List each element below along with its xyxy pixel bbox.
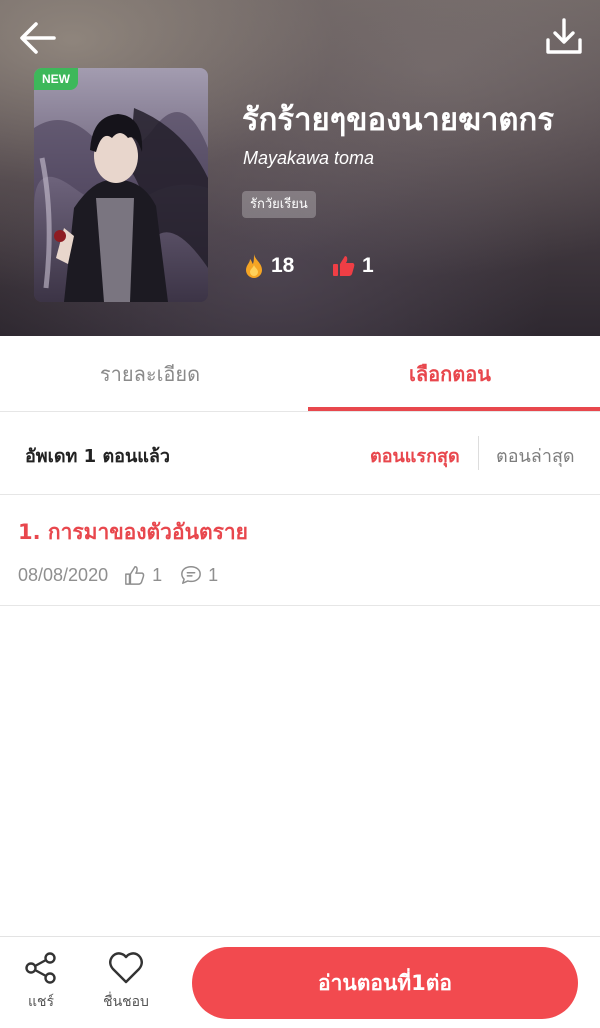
episode-sort-bar: อัพเดท 1 ตอนแล้ว ตอนแรกสุด ตอนล่าสุด — [0, 412, 600, 495]
episode-list-item[interactable]: 1. การมาของตัวอันตราย 08/08/2020 1 1 — [0, 496, 600, 606]
favorite-label: ชื่นชอบ — [103, 994, 149, 1010]
bottom-action-bar: แชร์ ชื่นชอบ อ่านตอนที่1ต่อ — [0, 936, 600, 1028]
download-icon — [546, 18, 582, 54]
tab-details[interactable]: รายละเอียด — [0, 336, 300, 412]
share-icon — [25, 952, 56, 984]
story-title: รักร้ายๆของนายฆาตกร — [242, 102, 554, 138]
fire-icon — [246, 254, 262, 278]
thumbs-up-outline-icon — [125, 566, 145, 585]
episode-title[interactable]: 1. การมาของตัวอันตราย — [18, 516, 248, 549]
update-count-text: อัพเดท 1 ตอนแล้ว — [25, 446, 170, 467]
views-stat: 18 — [243, 252, 294, 280]
likes-count: 1 — [362, 254, 374, 277]
active-tab-indicator — [308, 407, 600, 411]
favorite-button[interactable]: ชื่นชอบ — [96, 951, 156, 1021]
episode-comments: 1 — [208, 564, 219, 585]
tab-bar: รายละเอียด เลือกตอน — [0, 336, 600, 412]
tab-episodes[interactable]: เลือกตอน — [300, 336, 600, 412]
story-cover-image[interactable] — [34, 68, 208, 302]
comment-icon — [181, 566, 202, 584]
sort-divider — [478, 436, 479, 470]
cover-illustration — [34, 68, 208, 302]
back-button[interactable] — [16, 16, 60, 60]
sort-latest-button[interactable]: ตอนล่าสุด — [496, 441, 575, 470]
story-author[interactable]: Mayakawa toma — [243, 148, 374, 169]
thumbs-up-icon — [333, 256, 355, 276]
heart-icon — [109, 952, 143, 984]
views-count: 18 — [271, 254, 295, 277]
arrow-left-icon — [20, 22, 56, 54]
sort-first-button[interactable]: ตอนแรกสุด — [370, 441, 460, 470]
download-button[interactable] — [544, 16, 584, 58]
episode-date: 08/08/2020 — [18, 564, 109, 585]
share-button[interactable]: แชร์ — [18, 951, 64, 1021]
genre-tag[interactable]: รักวัยเรียน — [242, 191, 316, 218]
continue-reading-button[interactable]: อ่านตอนที่1ต่อ — [192, 947, 578, 1019]
episode-likes: 1 — [152, 564, 163, 585]
new-badge: NEW — [34, 68, 78, 90]
episode-meta: 08/08/2020 1 1 — [18, 563, 218, 587]
story-header: NEW รักร้ายๆของนายฆาตกร Mayakawa toma รั… — [0, 0, 600, 336]
likes-stat: 1 — [332, 252, 374, 280]
share-label: แชร์ — [27, 994, 55, 1010]
